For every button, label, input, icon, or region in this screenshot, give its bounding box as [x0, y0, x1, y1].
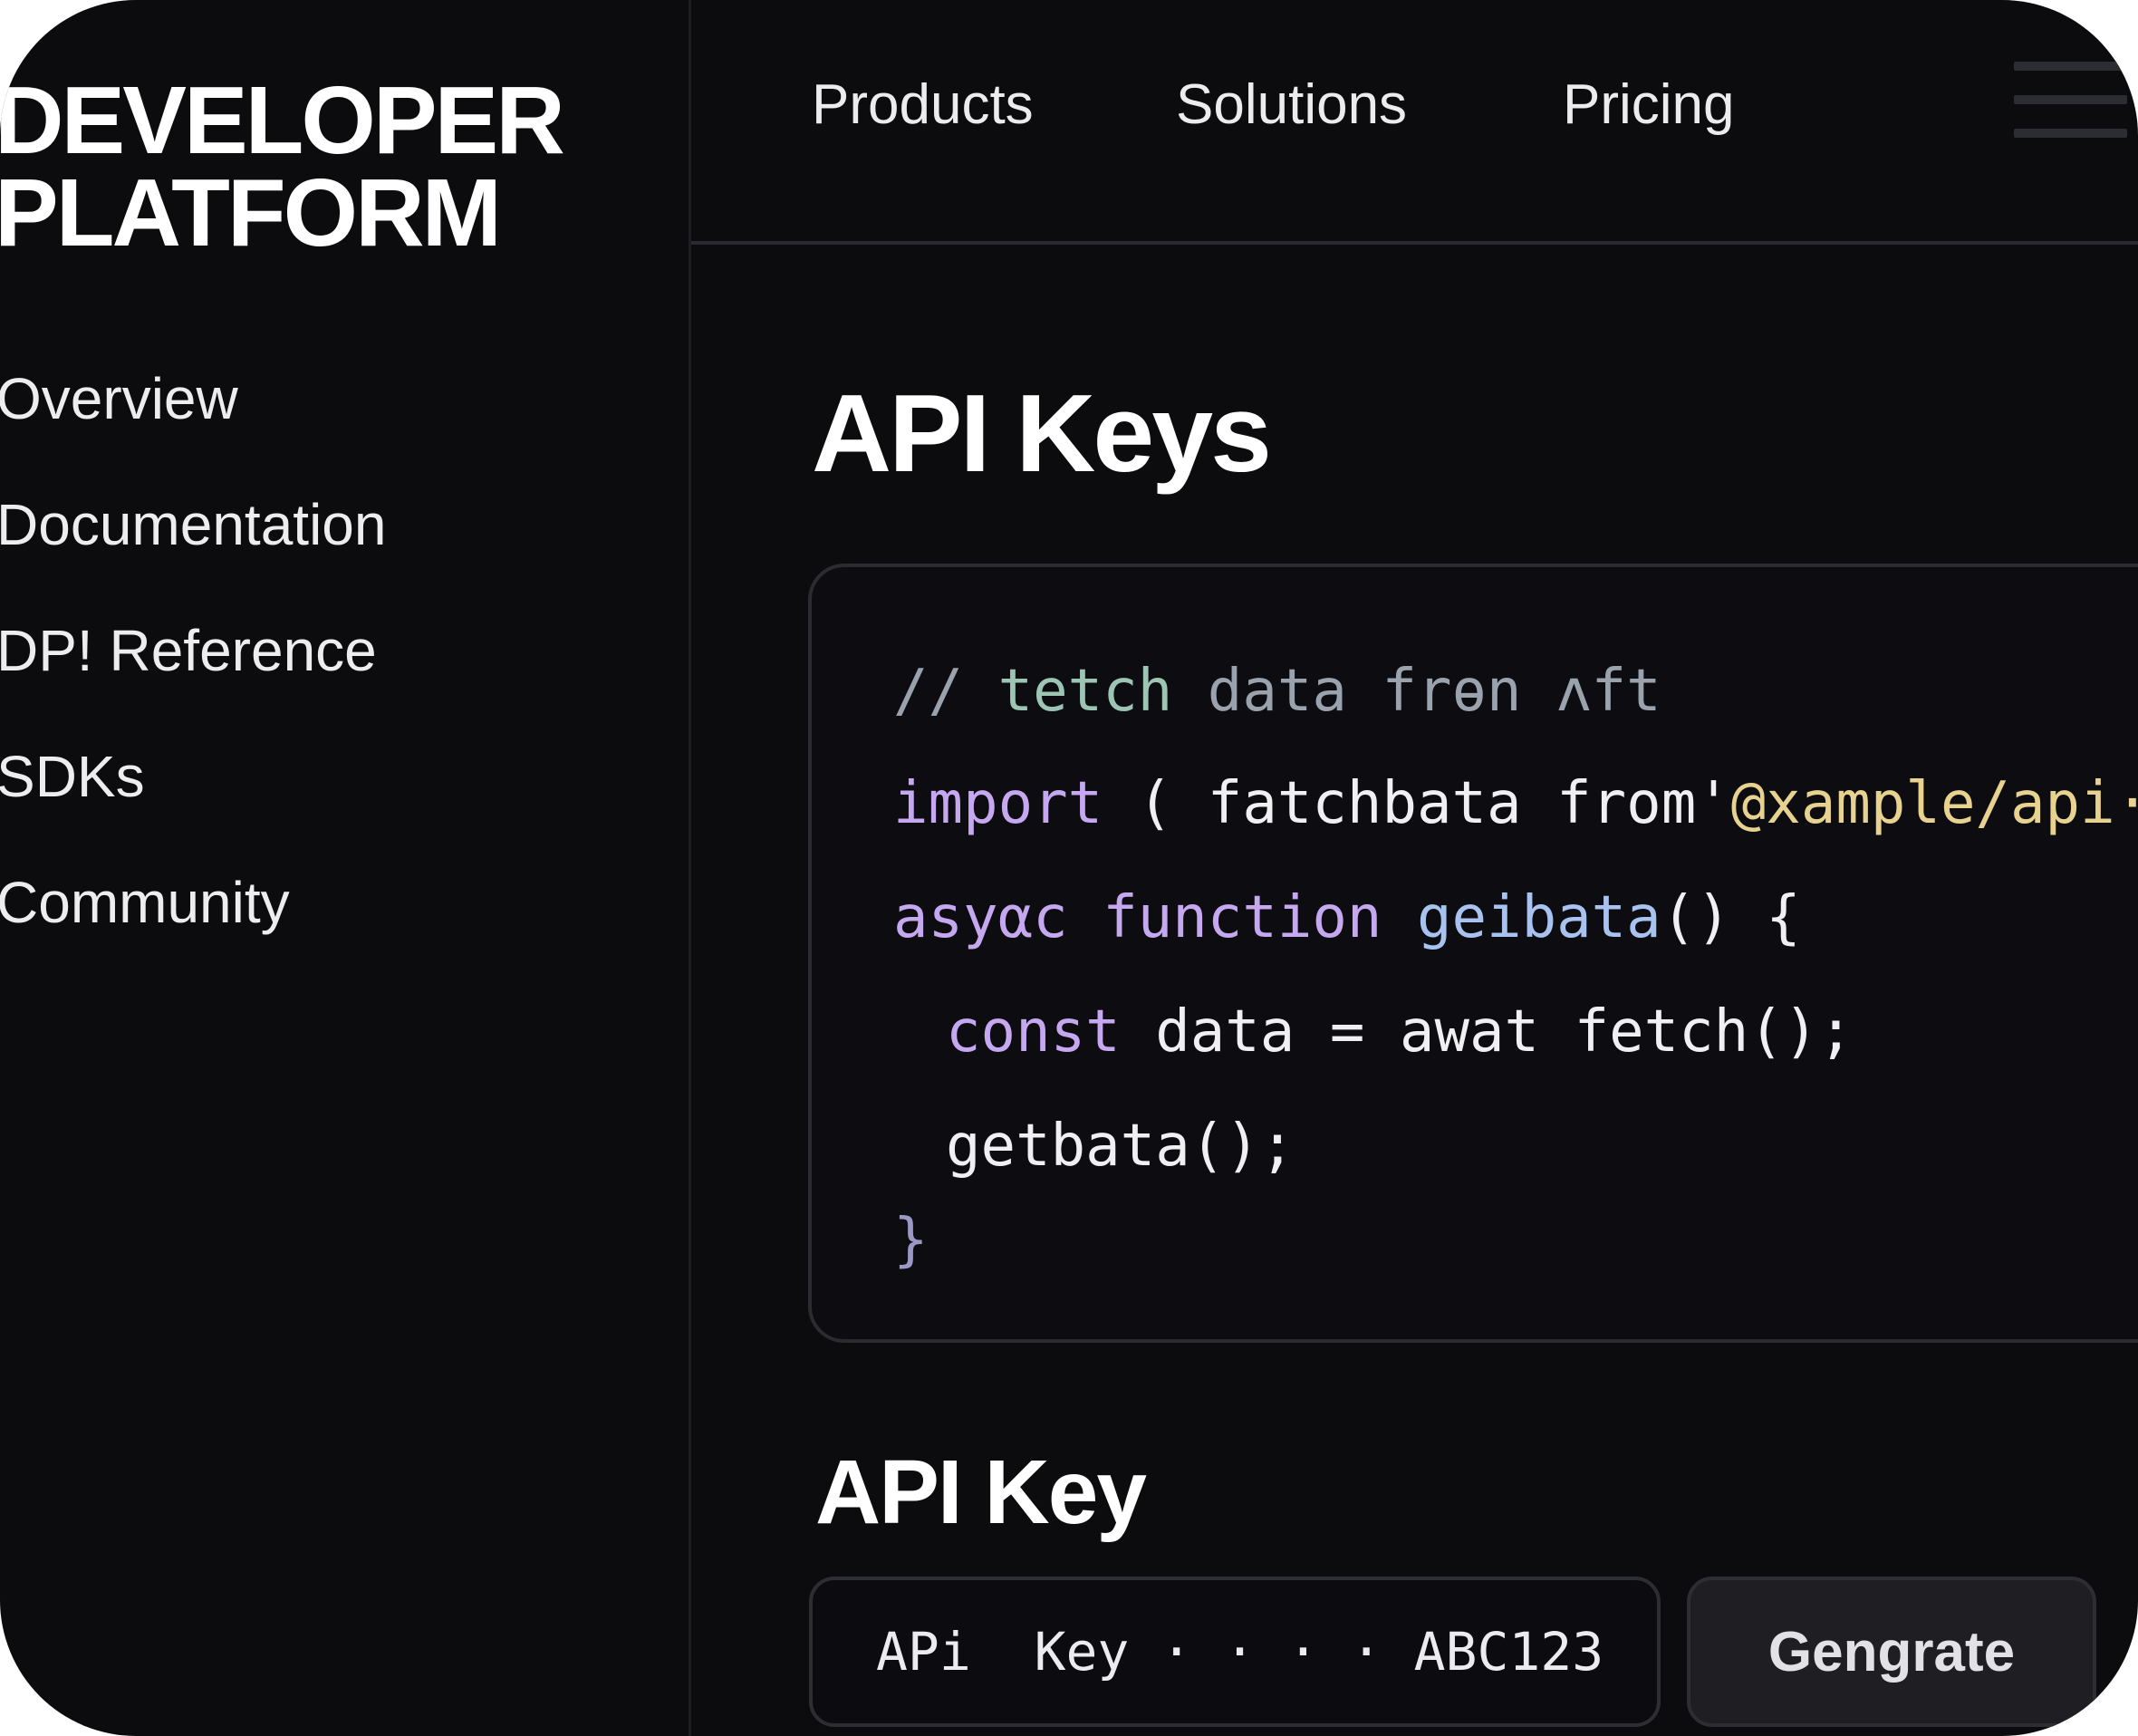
- brand-logo[interactable]: DEVELOPER PLATFORM: [0, 67, 565, 266]
- sidebar: DEVELOPER PLATFORM Overview Documentatio…: [0, 0, 691, 1736]
- code-text: () {: [1661, 884, 1801, 951]
- api-key-field[interactable]: [809, 1577, 1661, 1727]
- sidebar-item-reference[interactable]: DP! Reference: [0, 614, 386, 740]
- app-window: DEVELOPER PLATFORM Overview Documentatio…: [0, 0, 2138, 1736]
- top-bar: Products Solutions Pricing: [691, 0, 2138, 245]
- code-line-comment: // tetch data frөn ʌft: [893, 658, 1661, 725]
- page-title: API Keys: [812, 371, 1272, 495]
- code-comment-word: tetch: [997, 658, 1173, 725]
- code-function-name: geibata: [1382, 884, 1661, 951]
- generate-button[interactable]: Gengrate: [1687, 1577, 2096, 1727]
- code-line-const: const data = awat fetch();: [946, 998, 1854, 1066]
- api-key-heading: API Key: [815, 1442, 1147, 1543]
- sidebar-item-sdks[interactable]: SDKs: [0, 740, 386, 866]
- nav-link-products[interactable]: Products: [812, 72, 1034, 137]
- sidebar-item-community[interactable]: Community: [0, 866, 386, 992]
- sidebar-nav: Overview Documentation DP! Reference SDK…: [0, 362, 386, 992]
- code-string: @xample/api·:: [1730, 770, 2138, 837]
- hamburger-menu-icon[interactable]: [2014, 62, 2127, 138]
- code-text: getbata();: [946, 1113, 1295, 1180]
- code-line-close: }: [893, 1207, 929, 1274]
- nav-link-pricing[interactable]: Pricing: [1563, 72, 1735, 137]
- code-line-function: asyαc function geibata() {: [893, 884, 1801, 951]
- code-keyword: import: [893, 770, 1103, 837]
- code-line-call: getbata();: [946, 1113, 1295, 1180]
- sidebar-item-overview[interactable]: Overview: [0, 362, 386, 488]
- nav-link-solutions[interactable]: Solutions: [1176, 72, 1407, 137]
- code-comment-slashes: //: [893, 658, 998, 725]
- sidebar-item-documentation[interactable]: Documentation: [0, 488, 386, 614]
- brand-line-1: DEVELOPER: [0, 67, 565, 174]
- code-text: data = awat fetch();: [1120, 998, 1854, 1066]
- code-comment-rest: data frөn ʌft: [1172, 658, 1661, 725]
- code-line-import: import ( fatchbata from'@xample/api·:: [893, 770, 2138, 837]
- code-keyword: asyαc function: [893, 884, 1382, 951]
- code-brace: }: [893, 1207, 929, 1274]
- code-keyword: const: [946, 998, 1121, 1066]
- brand-line-2: PLATFORM: [0, 159, 502, 266]
- code-snippet: // tetch data frөn ʌft import ( fatchbat…: [808, 564, 2138, 1343]
- code-text: ( fatchbata from': [1103, 770, 1731, 837]
